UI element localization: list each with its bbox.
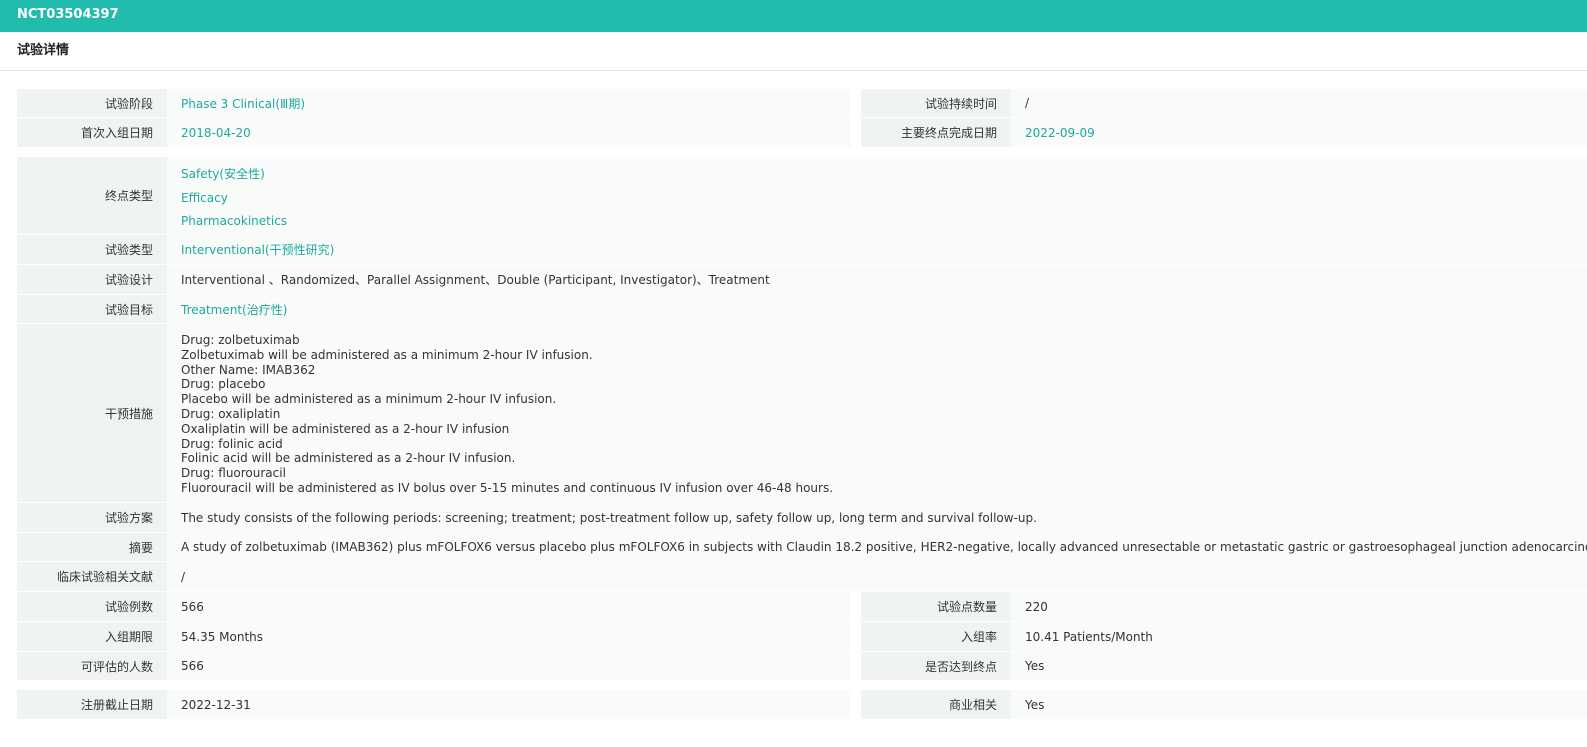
- intervention-line: Zolbetuximab will be administered as a m…: [181, 347, 593, 362]
- trial-id-header: NCT03504397: [0, 0, 1587, 32]
- endpoint-met-value: Yes: [1011, 652, 1587, 680]
- interventions-label: 干预措施: [17, 324, 167, 502]
- phase-value[interactable]: Phase 3 Clinical(Ⅲ期): [167, 89, 851, 117]
- intervention-line: Drug: folinic acid: [181, 436, 283, 451]
- enroll-period-value: 54.35 Months: [167, 622, 851, 651]
- literature-value: /: [167, 562, 1587, 591]
- cases-value: 566: [167, 592, 851, 621]
- endpoint-type-item[interactable]: Efficacy: [181, 187, 1587, 211]
- cases-label: 试验例数: [17, 592, 167, 621]
- design-value: Interventional 、Randomized、Parallel Assi…: [167, 265, 1587, 294]
- phase-label: 试验阶段: [17, 89, 167, 117]
- summary-label: 摘要: [17, 533, 167, 561]
- intervention-line: Oxaliplatin will be administered as a 2-…: [181, 421, 510, 436]
- intervention-line: Other Name: IMAB362: [181, 362, 316, 377]
- primary-completion-label: 主要终点完成日期: [861, 118, 1011, 147]
- evaluable-value: 566: [167, 652, 851, 680]
- endpoint-type-value: Safety(安全性) Efficacy Pharmacokinetics: [167, 157, 1587, 234]
- intervention-line: Fluorouracil will be administered as IV …: [181, 480, 834, 495]
- enroll-rate-value: 10.41 Patients/Month: [1011, 622, 1587, 651]
- design-label: 试验设计: [17, 265, 167, 294]
- reg-deadline-value: 2022-12-31: [167, 690, 851, 719]
- first-enroll-label: 首次入组日期: [17, 118, 167, 147]
- section-title: 试验详情: [0, 32, 1587, 71]
- intervention-line: Drug: fluorouracil: [181, 466, 286, 481]
- enroll-rate-label: 入组率: [861, 622, 1011, 651]
- sites-label: 试验点数量: [861, 592, 1011, 621]
- endpoint-type-item[interactable]: Pharmacokinetics: [181, 210, 1587, 234]
- summary-value: A study of zolbetuximab (IMAB362) plus m…: [167, 533, 1587, 561]
- commercial-value: Yes: [1011, 690, 1587, 719]
- protocol-value: The study consists of the following peri…: [167, 503, 1587, 532]
- intervention-line: Placebo will be administered as a minimu…: [181, 392, 557, 407]
- intervention-line: Folinic acid will be administered as a 2…: [181, 451, 516, 466]
- literature-label: 临床试验相关文献: [17, 562, 167, 591]
- interventions-value: Drug: zolbetuximab Zolbetuximab will be …: [167, 324, 1587, 502]
- enroll-period-label: 入组期限: [17, 622, 167, 651]
- intervention-line: Drug: placebo: [181, 377, 266, 392]
- duration-value: /: [1011, 89, 1587, 117]
- protocol-label: 试验方案: [17, 503, 167, 532]
- first-enroll-value[interactable]: 2018-04-20: [167, 118, 851, 147]
- commercial-label: 商业相关: [861, 690, 1011, 719]
- endpoint-type-item[interactable]: Safety(安全性): [181, 163, 1587, 187]
- endpoint-met-label: 是否达到终点: [861, 652, 1011, 680]
- objective-value[interactable]: Treatment(治疗性): [167, 295, 1587, 323]
- endpoint-type-label: 终点类型: [17, 157, 167, 234]
- sites-value: 220: [1011, 592, 1587, 621]
- trial-type-label: 试验类型: [17, 235, 167, 264]
- duration-label: 试验持续时间: [861, 89, 1011, 117]
- objective-label: 试验目标: [17, 295, 167, 323]
- evaluable-label: 可评估的人数: [17, 652, 167, 680]
- trial-type-value[interactable]: Interventional(干预性研究): [167, 235, 1587, 264]
- primary-completion-value[interactable]: 2022-09-09: [1011, 118, 1587, 147]
- intervention-line: Drug: oxaliplatin: [181, 406, 281, 421]
- reg-deadline-label: 注册截止日期: [17, 690, 167, 719]
- intervention-line: Drug: zolbetuximab: [181, 333, 300, 347]
